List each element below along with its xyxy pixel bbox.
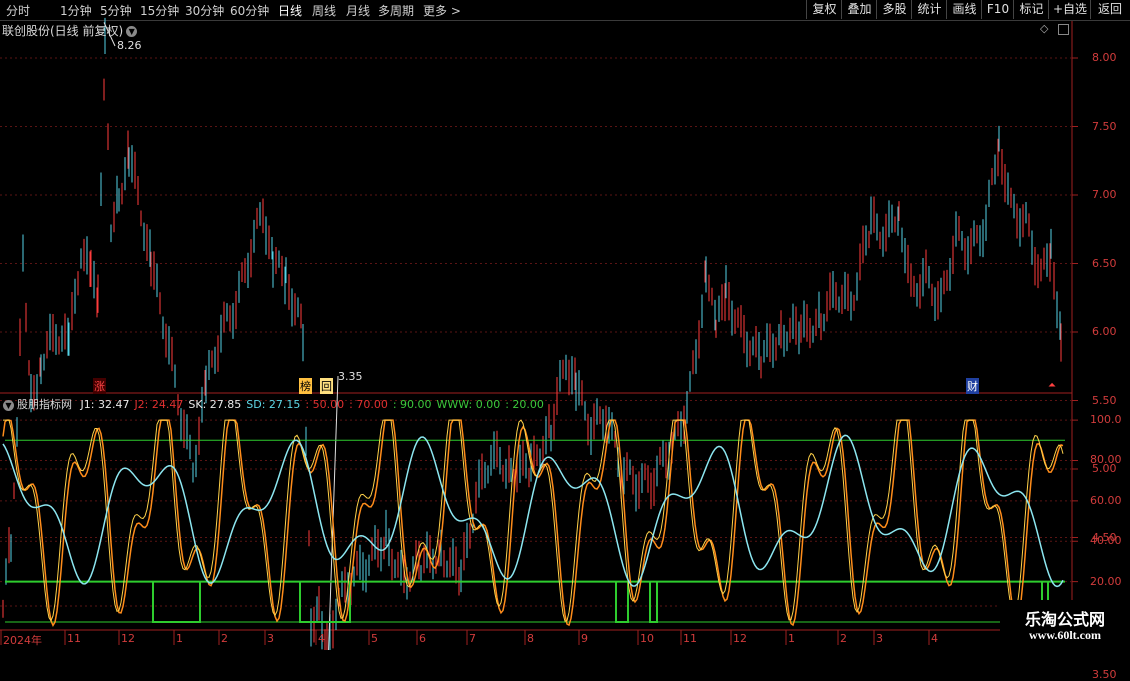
high-price-label: 8.26 (117, 39, 142, 52)
indicator-axis-tick: 20.00 (1090, 574, 1122, 588)
diamond-icon[interactable]: ◇ (1040, 22, 1048, 35)
indicator-value: : 90.00 (392, 398, 432, 411)
maximize-icon[interactable] (1058, 24, 1069, 35)
www-signal-box (615, 581, 629, 623)
date-axis-label: 11 (67, 632, 81, 645)
j1-line (3, 419, 1064, 622)
date-axis-label: 7 (469, 632, 476, 645)
price-axis-tick: 6.00 (1092, 325, 1117, 338)
indicator-value: J1: 32.47 (80, 398, 130, 411)
up-arrow-icon: ⏶ (1048, 380, 1056, 391)
chevron-down-icon[interactable]: ▼ (126, 26, 138, 37)
stock-title: 联创股份(日线 前复权) ▼ (2, 22, 138, 39)
indicator-axis-tick: 60.00 (1090, 493, 1122, 507)
date-axis-label: 2 (840, 632, 847, 645)
zhang-marker[interactable]: 涨 (93, 378, 106, 394)
stock-title-text: 联创股份(日线 前复权) (2, 24, 124, 38)
indicator-value: : 20.00 (505, 398, 544, 411)
date-axis-label: 5 (371, 632, 378, 645)
date-axis-label: 11 (683, 632, 697, 645)
date-axis-label: 4 (318, 632, 325, 645)
date-axis-label: 1 (788, 632, 795, 645)
date-axis-label: 1 (176, 632, 183, 645)
indicator-value: : 50.00 (305, 398, 345, 411)
watermark-title: 乐淘公式网 (1024, 610, 1105, 629)
kline-chart[interactable] (0, 0, 1130, 650)
date-axis-label: 10 (640, 632, 654, 645)
date-axis-label: 3 (876, 632, 883, 645)
date-axis-label: 8 (527, 632, 534, 645)
indicator-name: 股朋指标网 (17, 398, 72, 411)
watermark: 乐淘公式网 www.60lt.com (1000, 600, 1130, 650)
watermark-url: www.60lt.com (1029, 628, 1101, 642)
indicator-title: ▼ 股朋指标网 J1: 32.47 J2: 24.47 SK: 27.85 SD: 27… (3, 396, 544, 412)
date-axis-label: 2024年 (3, 634, 42, 647)
date-axis-label: 12 (121, 632, 135, 645)
low-price-label: 3.35 (338, 370, 363, 383)
date-axis-label: 12 (733, 632, 747, 645)
www-signal-box (649, 581, 658, 623)
price-axis-tick: 7.50 (1092, 119, 1117, 133)
indicator-value: WWW: 0.00 (436, 398, 501, 411)
hui-marker[interactable]: 回 (320, 378, 333, 394)
indicator-value: SK: 27.85 (188, 398, 242, 411)
date-axis-label: 3 (267, 632, 274, 645)
sd-line (2, 434, 1064, 588)
indicator-axis-tick: 40.00 (1090, 534, 1122, 548)
indicator-value: SD: 27.15 (246, 398, 301, 411)
price-axis-tick: 7.00 (1092, 188, 1117, 201)
date-axis-label: 6 (419, 632, 426, 645)
indicator-axis-tick: 100.0 (1090, 413, 1122, 427)
j2-line (2, 419, 1064, 628)
date-axis-label: 4 (931, 632, 938, 645)
www-signal-box (152, 581, 201, 623)
price-axis-tick: 3.50 (1092, 667, 1117, 681)
price-axis-tick: 8.00 (1092, 51, 1117, 64)
cai-marker[interactable]: 财 (966, 378, 979, 394)
date-axis-label: 2 (221, 632, 228, 645)
price-axis-tick: 6.50 (1092, 256, 1117, 270)
indicator-axis-tick: 80.00 (1090, 453, 1122, 467)
bang-marker[interactable]: 榜 (299, 378, 312, 394)
indicator-value: J2: 24.47 (134, 398, 184, 411)
date-axis-label: 9 (581, 632, 588, 645)
indicator-value: : 70.00 (349, 398, 388, 411)
price-axis-tick: 5.50 (1092, 393, 1117, 407)
chevron-down-icon[interactable]: ▼ (3, 399, 14, 411)
